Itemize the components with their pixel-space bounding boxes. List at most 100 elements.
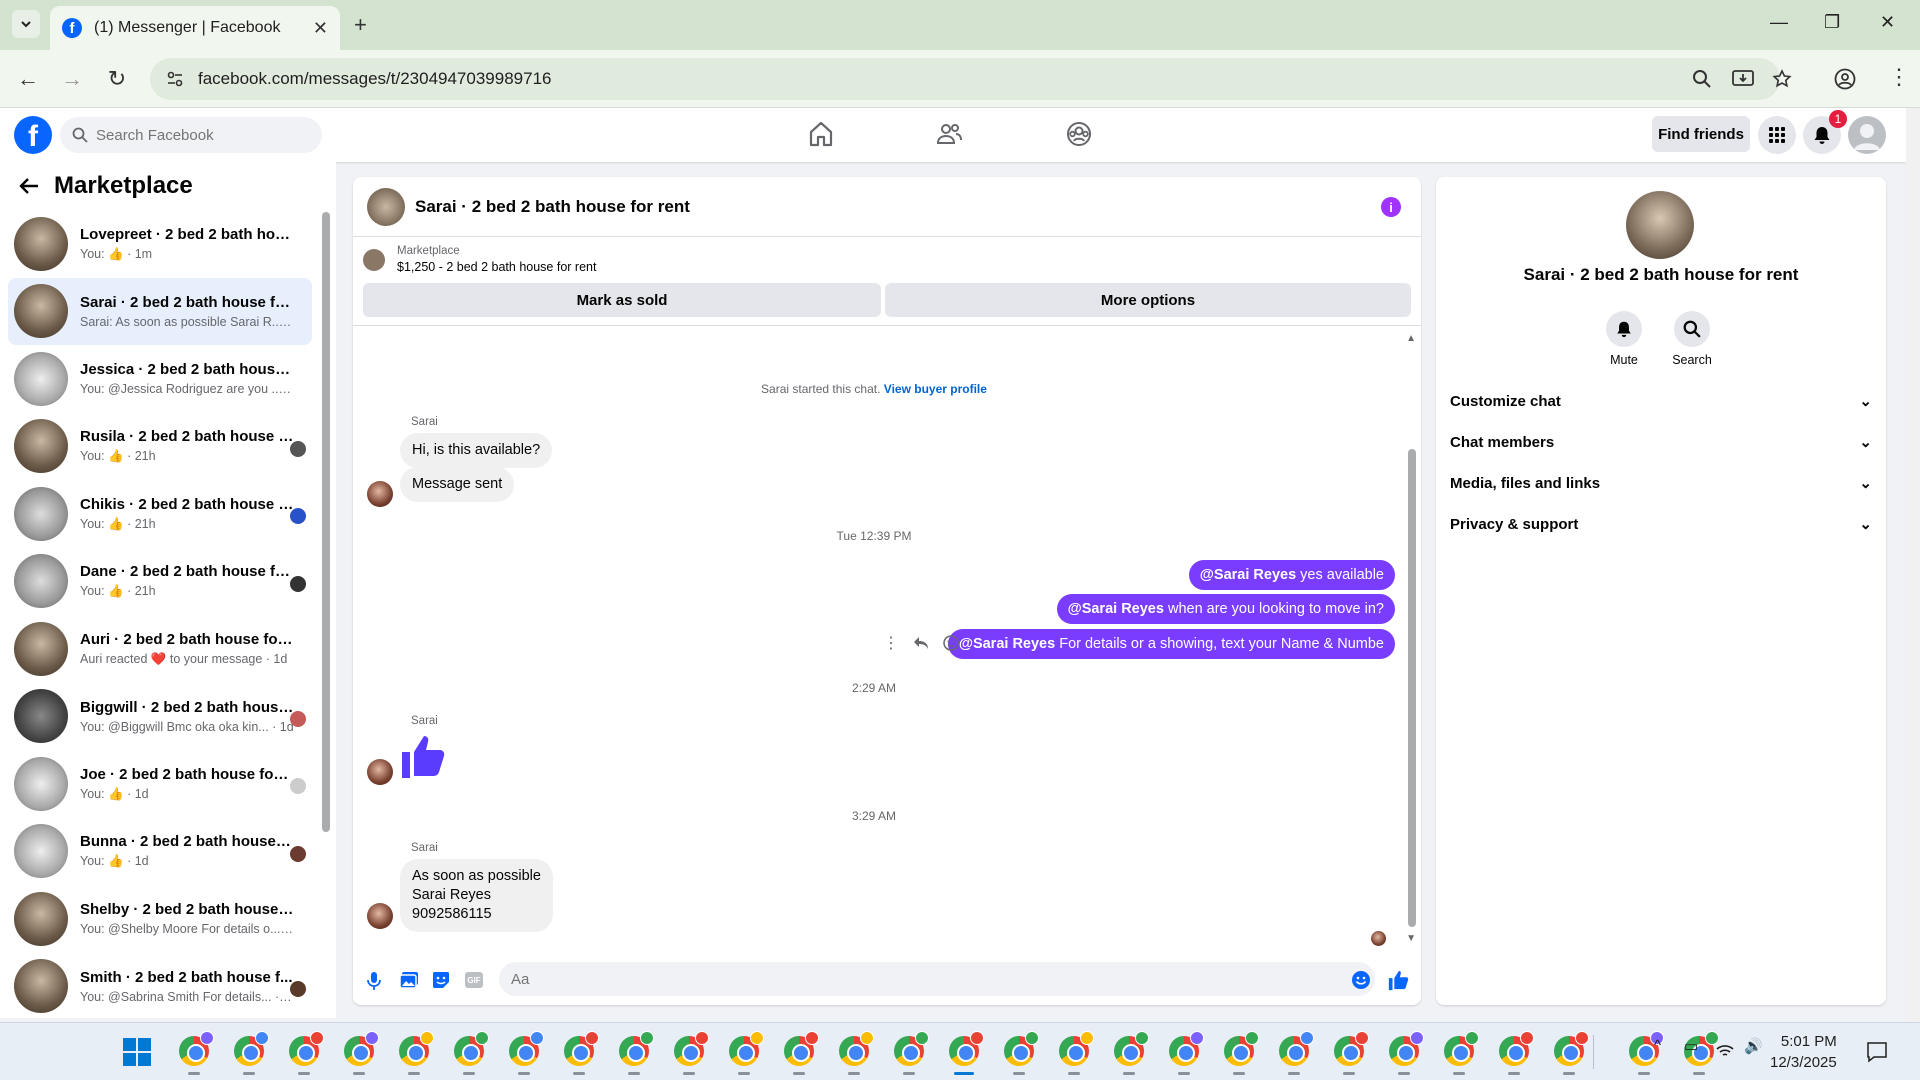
chrome-taskbar-icon[interactable] — [1441, 1031, 1479, 1075]
chrome-taskbar-icon[interactable] — [396, 1031, 434, 1075]
windows-start-icon[interactable] — [122, 1037, 152, 1067]
outgoing-message[interactable]: @Sarai Reyes yes available — [1188, 560, 1395, 590]
reply-icon[interactable] — [913, 636, 929, 650]
back-arrow-icon[interactable] — [18, 175, 40, 197]
mute-button[interactable]: Mute — [1594, 311, 1654, 367]
chrome-taskbar-icon[interactable] — [1166, 1031, 1204, 1075]
conversation-item[interactable]: Lovepreet · 2 bed 2 bath house ... You: 👍… — [8, 210, 312, 278]
search-input[interactable] — [96, 126, 296, 144]
conversation-scrollbar[interactable] — [322, 212, 330, 832]
emoji-icon[interactable] — [1351, 970, 1371, 990]
reload-icon[interactable]: ↻ — [103, 65, 131, 93]
facebook-logo-icon[interactable]: f — [14, 116, 52, 154]
scroll-down-icon[interactable]: ▼ — [1406, 933, 1416, 944]
chrome-taskbar-icon[interactable] — [506, 1031, 544, 1075]
sender-avatar[interactable] — [367, 481, 393, 507]
contact-avatar[interactable] — [1626, 191, 1694, 259]
wifi-icon[interactable] — [1716, 1043, 1734, 1059]
back-icon[interactable]: ← — [14, 65, 42, 93]
chrome-taskbar-icon[interactable] — [1496, 1031, 1534, 1075]
microphone-icon[interactable] — [367, 971, 381, 991]
more-options-button[interactable]: More options — [885, 283, 1411, 317]
conversation-item[interactable]: Biggwill · 2 bed 2 bath house... You: @Bi… — [8, 683, 312, 751]
gif-icon[interactable]: GIF — [465, 972, 483, 988]
new-tab-icon[interactable]: + — [354, 12, 367, 38]
sticker-icon[interactable] — [431, 970, 451, 990]
outgoing-message[interactable]: @Sarai Reyes For details or a showing, t… — [947, 629, 1395, 659]
chrome-taskbar-icon[interactable] — [1111, 1031, 1149, 1075]
chrome-taskbar-icon[interactable] — [341, 1031, 379, 1075]
tab-close-icon[interactable]: ✕ — [313, 18, 328, 39]
groups-icon[interactable] — [1066, 120, 1092, 148]
chrome-taskbar-icon[interactable] — [1331, 1031, 1369, 1075]
conversation-item[interactable]: Bunna · 2 bed 2 bath house f... You: 👍 · … — [8, 818, 312, 886]
mention[interactable]: @Sarai Reyes — [959, 636, 1055, 652]
info-icon[interactable]: i — [1381, 197, 1401, 217]
sender-avatar[interactable] — [367, 759, 393, 785]
chrome-taskbar-icon[interactable] — [1551, 1031, 1589, 1075]
conversation-item[interactable]: Joe · 2 bed 2 bath house for r... You: 👍 … — [8, 750, 312, 818]
system-clock[interactable]: 5:01 PM 12/3/2025 — [1770, 1031, 1837, 1073]
incoming-message[interactable]: Message sent — [400, 467, 515, 502]
customize-chat-section[interactable]: Customize chat ⌄ — [1450, 383, 1872, 419]
find-friends-button[interactable]: Find friends — [1652, 116, 1750, 152]
show-hidden-icons-icon[interactable]: ^ — [1654, 1037, 1661, 1054]
page-scrollbar[interactable] — [1906, 108, 1920, 1022]
close-window-icon[interactable]: ✕ — [1880, 12, 1895, 33]
privacy-support-section[interactable]: Privacy & support ⌄ — [1450, 506, 1872, 542]
chrome-taskbar-icon[interactable] — [946, 1031, 984, 1075]
more-actions-icon[interactable]: ⋮ — [883, 633, 899, 653]
conversation-item[interactable]: Rusila · 2 bed 2 bath house f... You: 👍 ·… — [8, 413, 312, 481]
forward-icon[interactable]: → — [58, 65, 86, 93]
chrome-taskbar-icon[interactable] — [451, 1031, 489, 1075]
message-input-field[interactable] — [499, 962, 1375, 996]
react-emoji-icon[interactable] — [943, 635, 959, 651]
browser-menu-icon[interactable]: ⋮ — [1888, 64, 1910, 90]
view-buyer-profile-link[interactable]: View buyer profile — [884, 382, 987, 396]
address-bar[interactable]: facebook.com/messages/t/2304947039989716 — [150, 58, 1792, 100]
conversation-item[interactable]: Sarai · 2 bed 2 bath house for r... Sarai… — [8, 277, 312, 345]
chrome-taskbar-icon[interactable] — [561, 1031, 599, 1075]
zoom-icon[interactable] — [1692, 69, 1712, 89]
menu-grid-icon[interactable] — [1758, 116, 1796, 154]
mention[interactable]: @Sarai Reyes — [1068, 601, 1164, 617]
account-avatar-icon[interactable] — [1848, 116, 1886, 154]
thumbs-up-like-icon[interactable] — [398, 732, 446, 780]
sender-avatar[interactable] — [367, 903, 393, 929]
battery-icon[interactable]: ▭ — [1684, 1037, 1698, 1055]
chrome-taskbar-icon[interactable] — [1221, 1031, 1259, 1075]
bookmark-star-icon[interactable] — [1772, 69, 1792, 89]
chrome-taskbar-icon[interactable] — [836, 1031, 874, 1075]
friends-icon[interactable] — [936, 120, 962, 148]
profile-icon[interactable] — [1834, 68, 1856, 90]
chat-title[interactable]: Sarai · 2 bed 2 bath house for rent — [415, 197, 690, 217]
incoming-message[interactable]: As soon as possible Sarai Reyes 90925861… — [400, 859, 553, 932]
install-app-icon[interactable] — [1732, 69, 1754, 89]
chrome-taskbar-icon[interactable] — [1001, 1031, 1039, 1075]
notification-center-icon[interactable] — [1866, 1041, 1888, 1063]
chrome-taskbar-icon[interactable] — [891, 1031, 929, 1075]
tab-search-icon[interactable] — [12, 10, 40, 38]
notifications-bell-icon[interactable]: 1 — [1803, 110, 1847, 154]
chrome-taskbar-icon[interactable] — [1386, 1031, 1424, 1075]
photo-icon[interactable] — [399, 971, 419, 989]
chrome-taskbar-icon[interactable] — [671, 1031, 709, 1075]
conversation-item[interactable]: Dane · 2 bed 2 bath house fo... You: 👍 · … — [8, 548, 312, 616]
mention[interactable]: @Sarai Reyes — [1200, 567, 1296, 583]
conversation-item[interactable]: Jessica · 2 bed 2 bath house for... You: … — [8, 345, 312, 413]
chrome-taskbar-icon[interactable] — [726, 1031, 764, 1075]
conversation-item[interactable]: Smith · 2 bed 2 bath house f... You: @Sab… — [8, 953, 312, 1021]
send-like-icon[interactable] — [1387, 969, 1409, 991]
browser-tab[interactable]: f (1) Messenger | Facebook ✕ — [50, 6, 340, 50]
conversation-item[interactable]: Chikis · 2 bed 2 bath house f... You: 👍 ·… — [8, 480, 312, 548]
minimize-icon[interactable]: — — [1770, 12, 1788, 33]
conversation-item[interactable]: Auri · 2 bed 2 bath house for rent Auri r… — [8, 615, 312, 683]
chrome-taskbar-icon[interactable] — [1276, 1031, 1314, 1075]
message-input[interactable] — [511, 970, 1311, 988]
conversation-item[interactable]: Shelby · 2 bed 2 bath house for... You: @… — [8, 885, 312, 953]
chrome-taskbar-icon[interactable] — [781, 1031, 819, 1075]
chat-scrollbar[interactable] — [1408, 449, 1416, 927]
chrome-taskbar-icon[interactable] — [1056, 1031, 1094, 1075]
marketplace-listing-banner[interactable]: Marketplace $1,250 - 2 bed 2 bath house … — [363, 245, 596, 274]
search-in-chat-button[interactable]: Search — [1662, 311, 1722, 367]
